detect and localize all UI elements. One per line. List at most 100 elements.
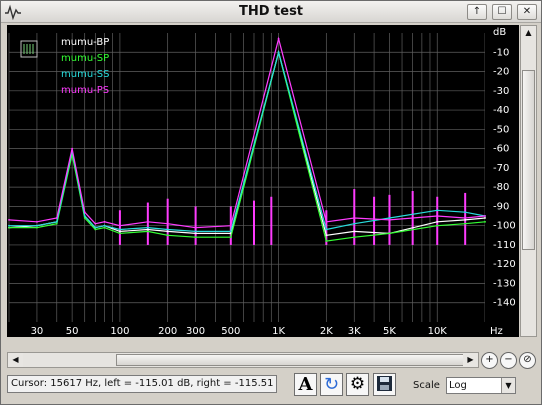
series-point xyxy=(436,224,439,227)
legend-item: mumu-SP xyxy=(61,53,109,64)
series-point xyxy=(484,220,486,223)
series-point xyxy=(36,220,38,223)
maximize-button[interactable]: ☐ xyxy=(492,4,512,20)
series-point xyxy=(8,218,10,221)
series-point xyxy=(388,232,391,235)
save-icon[interactable] xyxy=(373,373,396,396)
x-tick-label: 200 xyxy=(158,326,177,337)
series-point xyxy=(484,217,486,219)
series-point xyxy=(71,147,74,150)
y-tick-label: -60 xyxy=(493,144,509,155)
series-point xyxy=(36,226,38,229)
x-tick-label: 5K xyxy=(383,326,396,337)
y-tick-label: -90 xyxy=(493,201,509,212)
scale-selected-value: Log xyxy=(449,380,467,391)
x-tick-label: 10K xyxy=(428,326,448,337)
series-point xyxy=(83,211,86,214)
series-point xyxy=(229,224,232,227)
series-point xyxy=(353,222,356,225)
series-point xyxy=(388,217,391,219)
zoom-reset-icon[interactable]: ⊘ xyxy=(519,352,536,369)
scroll-right-arrow-icon[interactable]: ▶ xyxy=(463,353,478,367)
series-point xyxy=(277,51,280,54)
legend-item: mumu-BP xyxy=(61,37,109,48)
vertical-scroll-thumb[interactable] xyxy=(522,70,535,250)
x-tick-label: 500 xyxy=(221,326,240,337)
series-point xyxy=(229,230,232,233)
legend-item: mumu-PS xyxy=(61,85,109,96)
x-tick-label: 30 xyxy=(31,326,44,337)
zoom-out-icon[interactable]: − xyxy=(500,352,517,369)
y-tick-label: -10 xyxy=(493,47,509,58)
spectrum-plot[interactable]: -10 -20 -30 -40 -50 -60 -70 -80 -90 -100 -110 -120 -… xyxy=(7,25,519,337)
series-point xyxy=(464,211,467,214)
y-tick-label: -130 xyxy=(493,278,516,289)
x-tick-label: 2K xyxy=(320,326,333,337)
series-point xyxy=(146,230,149,233)
series-point xyxy=(83,215,86,217)
y-tick-label: -20 xyxy=(493,67,509,78)
thd-test-window: THD test ↑ ☐ ✕ -10 -20 -30 -40 -50 -60 -70 -80-… xyxy=(0,0,542,405)
vertical-scrollbar[interactable]: ▲ xyxy=(520,25,537,337)
series-point xyxy=(484,215,486,217)
spectrum-chart: -10 -20 -30 -40 -50 -60 -70 -80 -90 -100 -110 -120 -… xyxy=(8,25,519,337)
x-tick-label: 50 xyxy=(66,326,79,337)
series-point xyxy=(103,224,106,227)
chevron-down-icon[interactable]: ▼ xyxy=(501,378,515,393)
tools-icon[interactable]: ⚙ xyxy=(346,373,369,396)
scroll-up-arrow-icon[interactable]: ▲ xyxy=(521,26,536,40)
y-tick-label: -50 xyxy=(493,124,509,135)
legend-item: mumu-SS xyxy=(61,69,109,80)
close-button[interactable]: ✕ xyxy=(517,4,537,20)
series-point xyxy=(94,222,97,225)
series-point xyxy=(55,217,58,219)
series-point xyxy=(166,234,169,237)
series-point xyxy=(36,224,38,227)
series-point xyxy=(353,217,356,219)
refresh-icon[interactable]: ↻ xyxy=(320,373,343,396)
series-point xyxy=(166,222,169,225)
series-point xyxy=(146,226,149,229)
series-point xyxy=(146,228,149,231)
series-point xyxy=(436,220,439,223)
cursor-status: Cursor: 15617 Hz, left = -115.01 dB, rig… xyxy=(7,375,277,393)
series-point xyxy=(8,226,10,229)
series-point xyxy=(166,230,169,233)
series-point xyxy=(94,226,97,229)
series-point xyxy=(388,218,391,221)
series-point xyxy=(146,220,149,223)
series-point xyxy=(325,234,328,237)
series-point xyxy=(119,228,121,231)
scroll-left-arrow-icon[interactable]: ◀ xyxy=(8,353,23,367)
x-tick-label: 3K xyxy=(348,326,361,337)
y-tick-label: -80 xyxy=(493,182,509,193)
x-tick-label: 100 xyxy=(110,326,129,337)
scale-select[interactable]: Log ▼ xyxy=(446,377,516,394)
series-point xyxy=(119,230,121,233)
title-bar[interactable]: THD test ↑ ☐ ✕ xyxy=(1,1,541,23)
series-point xyxy=(166,228,169,231)
series-point xyxy=(119,232,121,235)
font-icon[interactable]: A xyxy=(294,373,317,396)
y-tick-label: -70 xyxy=(493,163,509,174)
scale-label: Scale xyxy=(413,380,440,391)
series-point xyxy=(55,220,58,223)
series-point xyxy=(103,220,106,223)
horizontal-scroll-thumb[interactable] xyxy=(116,354,466,366)
series-point xyxy=(194,226,197,229)
series-point xyxy=(8,224,10,227)
shade-up-button[interactable]: ↑ xyxy=(467,4,487,20)
y-axis-unit: dB xyxy=(493,27,506,38)
series-point xyxy=(436,209,439,212)
window-title: THD test xyxy=(238,4,304,19)
series-point xyxy=(464,222,467,225)
series-point xyxy=(94,228,97,231)
series-point xyxy=(353,230,356,233)
horizontal-scrollbar[interactable]: ◀ ▶ xyxy=(7,352,479,368)
x-tick-label: 1K xyxy=(272,326,285,337)
y-tick-label: -110 xyxy=(493,240,516,251)
zoom-in-icon[interactable]: + xyxy=(481,352,498,369)
series-point xyxy=(436,215,439,217)
x-axis-unit: Hz xyxy=(490,326,503,337)
series-point xyxy=(103,226,106,229)
